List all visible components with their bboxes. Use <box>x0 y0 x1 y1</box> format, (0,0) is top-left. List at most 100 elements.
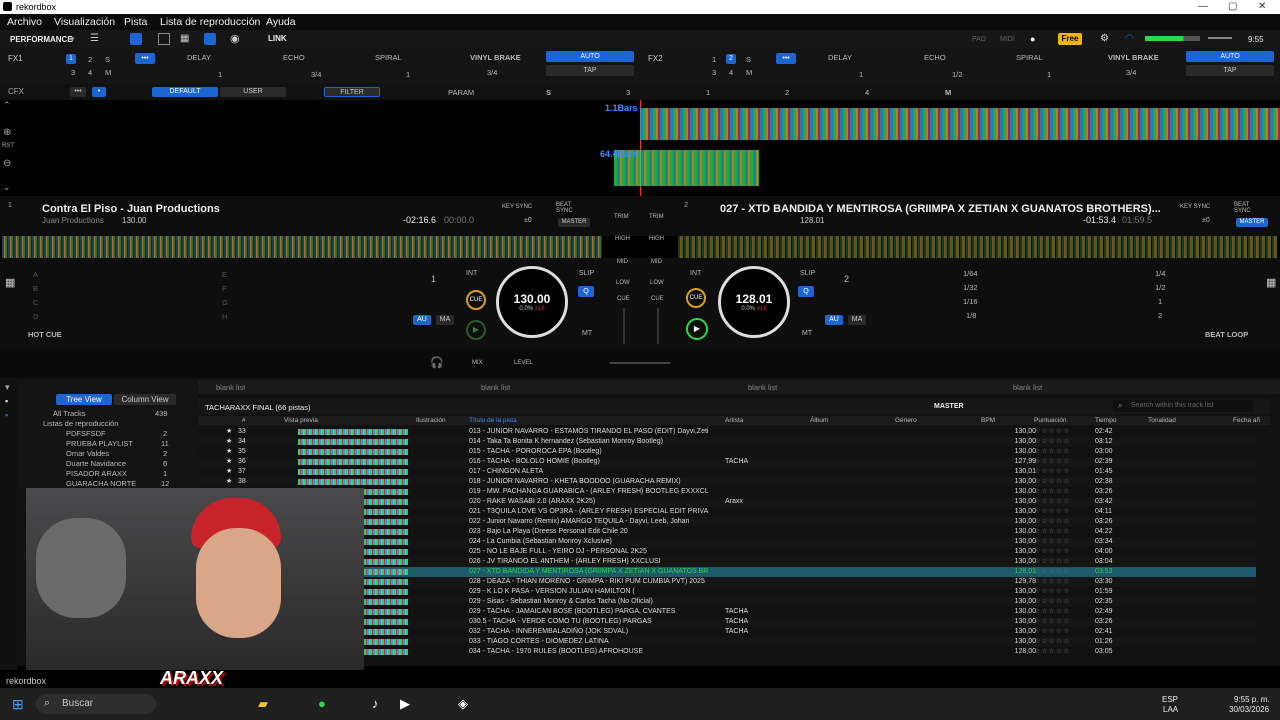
link-button[interactable]: LINK <box>268 34 287 43</box>
fx2-effect-1[interactable]: DELAY <box>828 53 852 62</box>
beatloop-2[interactable]: 2 <box>1158 311 1162 320</box>
fx2-deck-s[interactable]: S <box>746 55 751 64</box>
beatloop-1-16[interactable]: 1/16 <box>963 297 978 306</box>
fx2-more-button[interactable]: ••• <box>776 53 796 64</box>
table-row[interactable]: ★ 36 016 - TACHA - BOLOLO HOMIE (Bootleg) T… <box>198 457 1256 467</box>
fx1-deck-4[interactable]: 4 <box>88 68 92 77</box>
fx2-effect-4[interactable]: VINYL BRAKE <box>1108 53 1159 62</box>
fx1-effect-3[interactable]: SPIRAL <box>375 53 402 62</box>
preview-waveform[interactable] <box>298 469 408 475</box>
beatloop-1-32[interactable]: 1/32 <box>963 283 978 292</box>
playlist-item[interactable]: Duarte Navidance <box>66 459 126 468</box>
deck1-mt-button[interactable]: MT <box>582 330 592 337</box>
volume-slider[interactable] <box>1208 37 1232 39</box>
cfx-user-tab[interactable]: USER <box>220 87 286 97</box>
fx1-auto-button[interactable]: AUTO <box>546 51 634 62</box>
deck2-slip-button[interactable]: SLIP <box>800 270 815 277</box>
channel1-fader[interactable] <box>623 308 625 344</box>
col-rating[interactable]: Puntuación <box>1034 417 1067 424</box>
mixer-cue-1[interactable]: CUE <box>617 296 630 302</box>
waveform-area[interactable]: 1.1Bars 64.4Bars ⌃ ⊕ RST ⊖ ⌄ <box>0 100 1280 196</box>
windows-start-icon[interactable]: ⊞ <box>12 696 24 713</box>
fx2-deck-1[interactable]: 1 <box>712 55 716 64</box>
mixer-icon[interactable] <box>204 33 216 45</box>
table-row[interactable]: ★ 37 017 - CHINGON ALETA 130,01 01:45 ☆☆☆☆☆ <box>198 467 1256 477</box>
rating-stars[interactable]: ☆☆☆☆☆ <box>1034 477 1070 487</box>
fx1-deck-s[interactable]: S <box>105 55 110 64</box>
star-icon[interactable]: ★ <box>226 437 232 447</box>
deck2-beat-sync[interactable]: BEAT SYNC <box>1234 202 1254 214</box>
rating-stars[interactable]: ☆☆☆☆☆ <box>1034 537 1070 547</box>
rating-stars[interactable]: ☆☆☆☆☆ <box>1034 567 1070 577</box>
taskbar-time[interactable]: 9:55 p. m. <box>1234 695 1270 704</box>
fx1-deck-1[interactable]: 1 <box>66 54 76 64</box>
chevron-down-icon[interactable]: ⌄ <box>3 182 11 193</box>
beatloop-1[interactable]: 1 <box>1158 297 1162 306</box>
free-badge[interactable]: Free <box>1058 33 1082 45</box>
playlist-item[interactable]: PRUEBA PLAYLIST <box>66 439 133 448</box>
rating-stars[interactable]: ☆☆☆☆☆ <box>1034 647 1070 657</box>
deck2-jog[interactable]: 128.01 0.0% ±16 <box>718 266 790 338</box>
fx1-effect-4[interactable]: VINYL BRAKE <box>470 53 521 62</box>
fx1-more-button[interactable]: ••• <box>135 53 155 64</box>
rating-stars[interactable]: ☆☆☆☆☆ <box>1034 597 1070 607</box>
tab-blank-list-1[interactable]: blank list <box>216 383 245 392</box>
deck2-au-button[interactable]: AU <box>825 315 843 325</box>
cfx-filter-button[interactable]: FILTER <box>324 87 380 97</box>
col-artwork[interactable]: Ilustración <box>416 417 446 424</box>
deck1-master-button[interactable]: MASTER <box>558 218 590 227</box>
gear-icon[interactable]: ⚙ <box>1100 33 1109 44</box>
search-icon[interactable]: ⌕ <box>1118 401 1122 411</box>
fx2-auto-button[interactable]: AUTO <box>1186 51 1274 62</box>
fx2-tap-button[interactable]: TAP <box>1186 65 1274 76</box>
fx2-deck-2[interactable]: 2 <box>726 54 736 64</box>
deck2-key-sync[interactable]: KEY SYNC <box>1180 204 1210 210</box>
rating-stars[interactable]: ☆☆☆☆☆ <box>1034 447 1070 457</box>
cfx-more-button[interactable]: ••• <box>70 87 86 97</box>
deck1-jog[interactable]: 130.00 0.0% ±16 <box>496 266 568 338</box>
minimize-button[interactable]: — <box>1198 1 1208 12</box>
rating-stars[interactable]: ☆☆☆☆☆ <box>1034 587 1070 597</box>
rating-stars[interactable]: ☆☆☆☆☆ <box>1034 457 1070 467</box>
beatloop-1-2[interactable]: 1/2 <box>1155 283 1165 292</box>
chevron-down-icon[interactable]: ▾ <box>70 34 75 45</box>
menu-lines-icon[interactable]: ☰ <box>90 33 99 44</box>
search-input[interactable]: Search within this track list <box>1113 400 1253 412</box>
deck2-int-button[interactable]: INT <box>690 270 701 277</box>
fx1-deck-2[interactable]: 2 <box>88 55 92 64</box>
col-album[interactable]: Álbum <box>810 417 828 424</box>
lang-laa[interactable]: LAA <box>1163 705 1178 714</box>
star-icon[interactable]: ★ <box>226 427 232 437</box>
menu-pista[interactable]: Pista <box>124 16 147 28</box>
rating-stars[interactable]: ☆☆☆☆☆ <box>1034 517 1070 527</box>
deck1-slip-button[interactable]: SLIP <box>579 270 594 277</box>
preview-waveform[interactable] <box>298 459 408 465</box>
fx1-deck-m[interactable]: M <box>105 68 111 77</box>
rating-stars[interactable]: ☆☆☆☆☆ <box>1034 577 1070 587</box>
star-icon[interactable]: ★ <box>226 477 232 487</box>
deck1-au-button[interactable]: AU <box>413 315 431 325</box>
tab-blank-list-4[interactable]: blank list <box>1013 383 1042 392</box>
close-button[interactable]: ✕ <box>1258 1 1266 12</box>
grid-icon[interactable]: ▦ <box>5 276 15 289</box>
tree-view-tab[interactable]: Tree View <box>56 394 112 405</box>
cfx-dot-button[interactable]: • <box>92 87 106 97</box>
preview-waveform[interactable] <box>298 449 408 455</box>
menu-visualizacion[interactable]: Visualización <box>54 16 115 28</box>
col-title[interactable]: Título de la pista <box>469 417 517 424</box>
fx1-effect-1[interactable]: DELAY <box>187 53 211 62</box>
preview-waveform[interactable] <box>298 439 408 445</box>
fx2-effect-2[interactable]: ECHO <box>924 53 946 62</box>
table-row[interactable]: ★ 33 013 - JUNIOR NAVARRO - ESTAMOS TIRAND… <box>198 427 1256 437</box>
table-row[interactable]: ★ 35 015 - TACHA - POROROCA EPA (Bootleg) 1… <box>198 447 1256 457</box>
beat-loop-selector[interactable]: BEAT LOOP <box>1205 330 1248 339</box>
record-icon[interactable]: ◉ <box>230 32 240 45</box>
mode-selector[interactable]: PERFORMANCE <box>10 35 73 44</box>
deck1-cue-button[interactable]: CUE <box>466 290 486 310</box>
media-player-icon[interactable]: ▶ <box>400 696 410 712</box>
deck2-cue-button[interactable]: CUE <box>686 288 706 308</box>
star-icon[interactable]: ★ <box>226 447 232 457</box>
crossfader[interactable] <box>610 362 670 364</box>
column-view-tab[interactable]: Column View <box>114 394 176 405</box>
menu-archivo[interactable]: Archivo <box>7 16 42 28</box>
